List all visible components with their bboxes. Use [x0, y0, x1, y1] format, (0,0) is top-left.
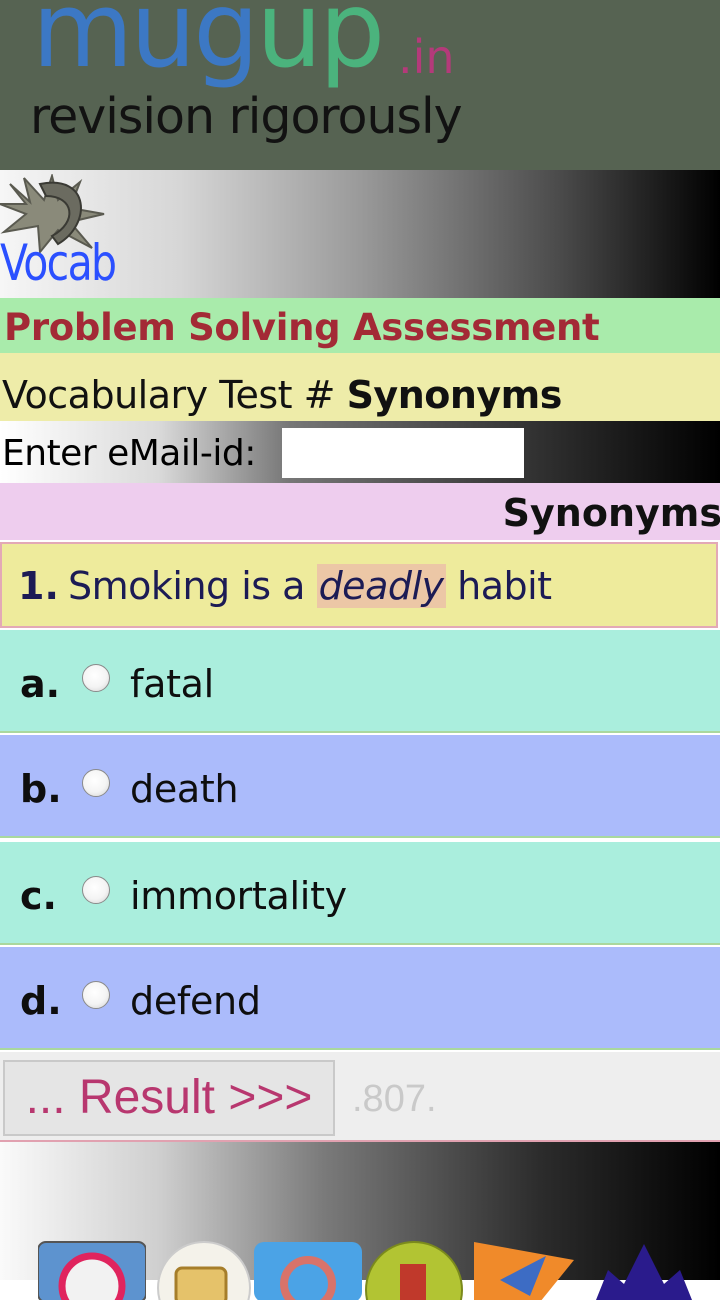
scroll-app-icon[interactable] [150, 1240, 258, 1300]
question-keyword: deadly [316, 564, 446, 608]
crown-app-icon[interactable] [590, 1240, 698, 1300]
question-text: Smoking is a deadly habit [68, 564, 552, 608]
email-row: Enter eMail-id: [0, 421, 720, 483]
option-c[interactable]: c. immortality [0, 842, 720, 945]
assessment-title-bar: Problem Solving Assessment [0, 298, 720, 353]
option-radio[interactable] [82, 876, 110, 904]
test-prefix: Vocabulary Test # [2, 373, 335, 417]
assessment-title: Problem Solving Assessment [4, 306, 600, 349]
option-radio[interactable] [82, 664, 110, 692]
option-text: defend [130, 979, 261, 1023]
plane-app-icon[interactable] [470, 1240, 578, 1300]
target-app-icon[interactable] [38, 1240, 146, 1300]
option-letter: d. [20, 979, 62, 1023]
section-header: Synonyms [0, 483, 720, 540]
question-box: 1. Smoking is a deadly habit [0, 542, 718, 628]
site-header: mugup .in revision rigorously [0, 0, 720, 170]
option-text: fatal [130, 662, 214, 706]
test-title-bar: Vocabulary Test # Synonyms [0, 353, 720, 421]
option-b[interactable]: b. death [0, 735, 720, 838]
test-name: Synonyms [346, 373, 563, 417]
at-symbol-app-icon[interactable] [254, 1240, 362, 1300]
result-button[interactable]: ... Result >>> [3, 1060, 335, 1136]
option-a[interactable]: a. fatal [0, 630, 720, 733]
option-radio[interactable] [82, 981, 110, 1009]
section-title: Synonyms [502, 491, 720, 535]
email-input[interactable] [282, 428, 524, 478]
logo-tagline: revision rigorously [30, 88, 463, 145]
option-letter: b. [20, 767, 62, 811]
option-text: death [130, 767, 239, 811]
option-radio[interactable] [82, 769, 110, 797]
logo-domain: .in [398, 30, 455, 84]
globe-app-icon[interactable] [364, 1240, 472, 1300]
option-text: immortality [130, 874, 347, 918]
option-d[interactable]: d. defend [0, 947, 720, 1050]
result-code: .807. [352, 1078, 437, 1120]
vocab-label: Vocab [0, 234, 117, 292]
logo-wordmark: mugup [32, 0, 385, 91]
question-number: 1. [18, 564, 59, 608]
email-label: Enter eMail-id: [2, 433, 256, 474]
test-title: Vocabulary Test # Synonyms [2, 373, 562, 417]
result-row: ... Result >>> .807. [0, 1052, 720, 1142]
option-letter: c. [20, 874, 57, 918]
option-letter: a. [20, 662, 61, 706]
